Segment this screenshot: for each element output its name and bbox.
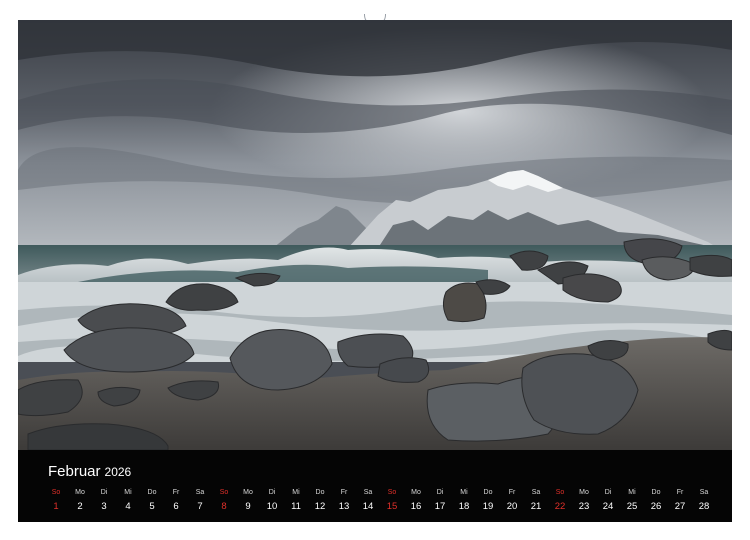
day-cell: So 22 (549, 488, 571, 516)
weekday-label: Sa (195, 489, 205, 496)
day-cell: Sa 28 (693, 488, 715, 516)
day-cell: Mi 11 (285, 488, 307, 516)
weekday-label: So (51, 489, 61, 496)
day-cell: Sa 7 (189, 488, 211, 516)
day-number: 27 (674, 501, 686, 512)
weekday-label: Do (651, 489, 661, 496)
day-number: 4 (125, 501, 131, 512)
day-cell: Mo 16 (405, 488, 427, 516)
day-cell: Sa 21 (525, 488, 547, 516)
weekday-label: So (387, 489, 397, 496)
weekday-label: Mi (628, 489, 636, 496)
weekday-label: Sa (699, 489, 709, 496)
weekday-label: Mi (460, 489, 468, 496)
day-cell: Fr 6 (165, 488, 187, 516)
day-number: 26 (650, 501, 662, 512)
day-number: 11 (291, 501, 301, 512)
day-number: 23 (578, 501, 590, 512)
day-cell: Fr 20 (501, 488, 523, 516)
weekday-label: So (555, 489, 565, 496)
weekday-label: Di (604, 489, 612, 496)
day-row: So 1 Mo 2 Di 3 Mi 4 Do 5 Fr 6 Sa 7 So 8 Mo 9 Di 10 Mi 11 Do 12 F… (45, 488, 715, 516)
day-number: 24 (602, 501, 614, 512)
weekday-label: Mi (292, 489, 300, 496)
weekday-label: Mi (124, 489, 132, 496)
day-number: 25 (626, 501, 638, 512)
day-number: 15 (386, 501, 398, 512)
day-cell: Mo 2 (69, 488, 91, 516)
day-number: 14 (362, 501, 374, 512)
day-number: 12 (314, 501, 326, 512)
weekday-label: Do (147, 489, 157, 496)
day-cell: Di 24 (597, 488, 619, 516)
day-number: 28 (698, 501, 710, 512)
weekday-label: Di (268, 489, 276, 496)
day-cell: Do 12 (309, 488, 331, 516)
day-number: 6 (173, 501, 179, 512)
day-cell: So 1 (45, 488, 67, 516)
weekday-label: Mo (75, 489, 85, 496)
day-number: 20 (506, 501, 518, 512)
day-cell: Di 3 (93, 488, 115, 516)
day-cell: So 8 (213, 488, 235, 516)
weekday-label: Sa (531, 489, 541, 496)
day-number: 7 (197, 501, 203, 512)
weekday-label: Do (315, 489, 325, 496)
day-cell: So 15 (381, 488, 403, 516)
day-cell: Mi 25 (621, 488, 643, 516)
day-number: 16 (410, 501, 422, 512)
day-number: 18 (458, 501, 470, 512)
day-cell: Mo 9 (237, 488, 259, 516)
weekday-label: Di (436, 489, 444, 496)
weekday-label: Mo (579, 489, 589, 496)
weekday-label: So (219, 489, 229, 496)
day-cell: Di 10 (261, 488, 283, 516)
day-number: 17 (434, 501, 446, 512)
coast-scene (18, 20, 732, 450)
day-cell: Fr 27 (669, 488, 691, 516)
landscape-photo (18, 20, 732, 450)
day-number: 8 (221, 501, 227, 512)
day-number: 10 (266, 501, 278, 512)
day-cell: Do 26 (645, 488, 667, 516)
day-number: 3 (101, 501, 107, 512)
weekday-label: Fr (340, 489, 348, 496)
weekday-label: Fr (676, 489, 684, 496)
month-year: 2026 (104, 465, 132, 479)
weekday-label: Mo (243, 489, 253, 496)
day-cell: Di 17 (429, 488, 451, 516)
day-cell: Do 5 (141, 488, 163, 516)
day-number: 19 (482, 501, 494, 512)
month-title: Februar 2026 (48, 463, 131, 480)
day-cell: Mo 23 (573, 488, 595, 516)
weekday-label: Fr (508, 489, 516, 496)
day-number: 2 (77, 501, 83, 512)
day-cell: Mi 18 (453, 488, 475, 516)
weekday-label: Sa (363, 489, 373, 496)
day-cell: Fr 13 (333, 488, 355, 516)
day-cell: Do 19 (477, 488, 499, 516)
day-number: 1 (53, 501, 59, 512)
month-name: Februar (48, 463, 101, 480)
day-number: 22 (554, 501, 566, 512)
calendar-strip: Februar 2026 So 1 Mo 2 Di 3 Mi 4 Do 5 Fr 6 Sa 7 So 8 Mo 9 D… (18, 450, 732, 522)
weekday-label: Fr (172, 489, 180, 496)
weekday-label: Di (100, 489, 108, 496)
day-number: 13 (338, 501, 350, 512)
day-number: 5 (149, 501, 155, 512)
day-cell: Mi 4 (117, 488, 139, 516)
weekday-label: Mo (411, 489, 421, 496)
weekday-label: Do (483, 489, 493, 496)
calendar-page: Februar 2026 So 1 Mo 2 Di 3 Mi 4 Do 5 Fr 6 Sa 7 So 8 Mo 9 D… (0, 0, 750, 540)
day-number: 9 (245, 501, 251, 512)
day-cell: Sa 14 (357, 488, 379, 516)
day-number: 21 (530, 501, 542, 512)
